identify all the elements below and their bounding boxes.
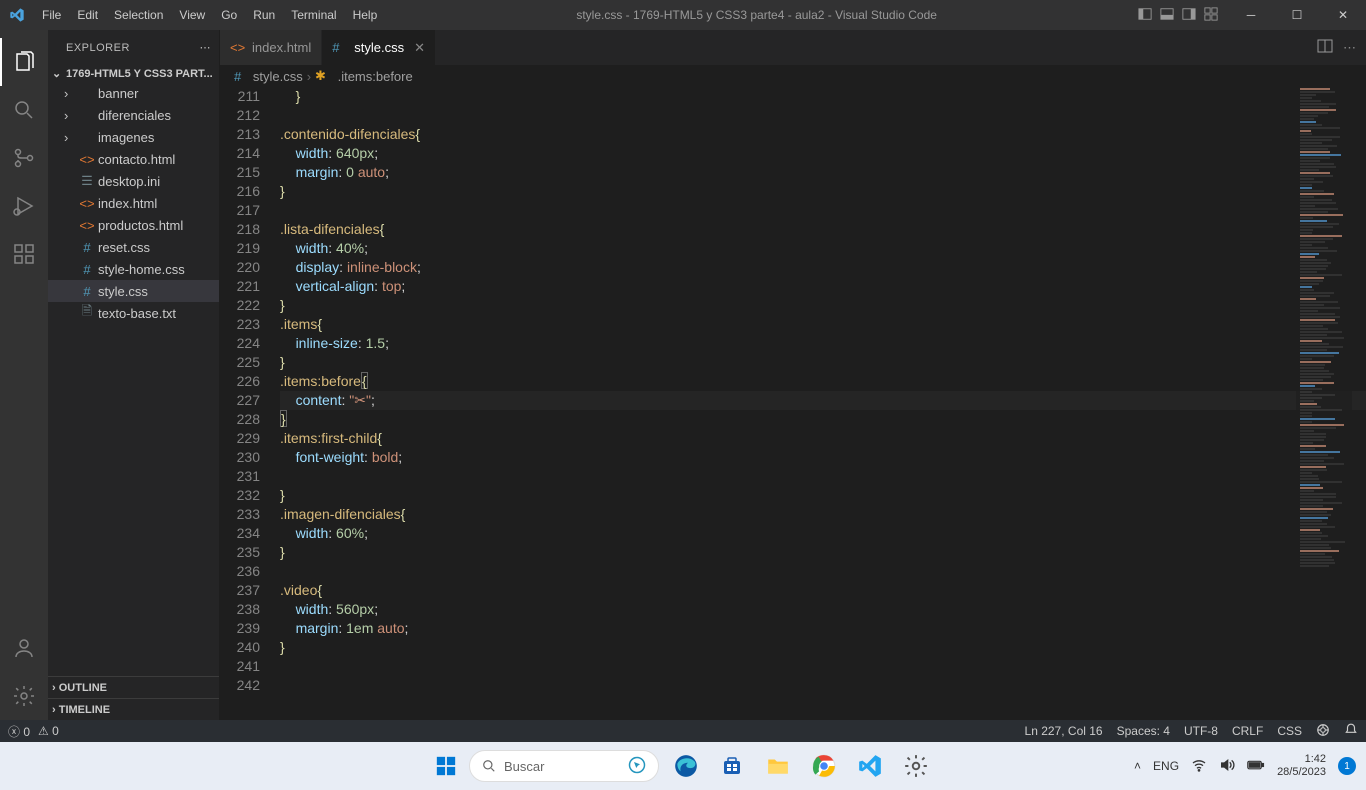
file-style-home-css[interactable]: #style-home.css: [48, 258, 219, 280]
source-control-icon[interactable]: [0, 134, 48, 182]
battery-icon[interactable]: [1247, 757, 1265, 776]
cursor-position[interactable]: Ln 227, Col 16: [1025, 724, 1103, 738]
settings-taskbar-icon[interactable]: [897, 747, 935, 785]
file-diferenciales[interactable]: ›diferenciales: [48, 104, 219, 126]
menu-go[interactable]: Go: [213, 8, 245, 22]
windows-taskbar: Buscar ˄ ENG 1:42 28/5/2023 1: [0, 742, 1366, 790]
file-desktop-ini[interactable]: ☰desktop.ini: [48, 170, 219, 192]
menu-terminal[interactable]: Terminal: [283, 8, 344, 22]
accounts-icon[interactable]: [0, 624, 48, 672]
eol-status[interactable]: CRLF: [1232, 724, 1263, 738]
panel-right-icon[interactable]: [1182, 7, 1196, 24]
menu-run[interactable]: Run: [245, 8, 283, 22]
file-tree: ›banner›diferenciales›imagenes<>contacto…: [48, 82, 219, 676]
menu-file[interactable]: File: [34, 8, 69, 22]
file-productos-html[interactable]: <>productos.html: [48, 214, 219, 236]
menu-help[interactable]: Help: [345, 8, 386, 22]
folder-name: 1769-HTML5 Y CSS3 PART...: [66, 68, 213, 80]
tab-index-html[interactable]: <>index.html: [220, 30, 322, 65]
panel-bottom-icon[interactable]: [1160, 7, 1174, 24]
window-title: style.css - 1769-HTML5 y CSS3 parte4 - a…: [385, 8, 1128, 22]
close-button[interactable]: ✕: [1320, 0, 1366, 30]
breadcrumbs[interactable]: # style.css › ✱ .items:before: [220, 65, 1366, 87]
close-icon[interactable]: ✕: [414, 40, 425, 56]
settings-gear-icon[interactable]: [0, 672, 48, 720]
file-index-html[interactable]: <>index.html: [48, 192, 219, 214]
file-reset-css[interactable]: #reset.css: [48, 236, 219, 258]
notification-badge[interactable]: 1: [1338, 757, 1356, 775]
split-editor-icon[interactable]: [1317, 38, 1333, 57]
chevron-down-icon: ⌄: [52, 67, 66, 80]
chrome-icon[interactable]: [805, 747, 843, 785]
store-icon[interactable]: [713, 747, 751, 785]
bing-chat-icon: [628, 756, 646, 774]
indent-status[interactable]: Spaces: 4: [1117, 724, 1170, 738]
sidebar-title: EXPLORER: [66, 42, 130, 54]
start-button[interactable]: [431, 751, 461, 781]
wifi-icon[interactable]: [1191, 757, 1207, 776]
titlebar: FileEditSelectionViewGoRunTerminalHelp s…: [0, 0, 1366, 30]
menu-edit[interactable]: Edit: [69, 8, 106, 22]
panel-left-icon[interactable]: [1138, 7, 1152, 24]
warnings-count[interactable]: ⚠ 0: [38, 724, 59, 738]
sidebar: EXPLORER ⋯ ⌄ 1769-HTML5 Y CSS3 PART... ›…: [48, 30, 220, 720]
file-style-css[interactable]: #style.css: [48, 280, 219, 302]
timeline-section[interactable]: › TIMELINE: [48, 698, 219, 720]
taskbar-search[interactable]: Buscar: [469, 750, 659, 782]
notifications-icon[interactable]: [1344, 723, 1358, 740]
tray-chevron-icon[interactable]: ˄: [1134, 759, 1141, 773]
tab-style-css[interactable]: #style.css✕: [322, 30, 436, 65]
statusbar: ⓧ 0 ⚠ 0 Ln 227, Col 16 Spaces: 4 UTF-8 C…: [0, 720, 1366, 742]
activity-bar: [0, 30, 48, 720]
folder-header[interactable]: ⌄ 1769-HTML5 Y CSS3 PART...: [48, 65, 219, 82]
file-texto-base-txt[interactable]: 🗎texto-base.txt: [48, 302, 219, 324]
errors-count[interactable]: ⓧ 0: [8, 723, 30, 740]
more-actions-icon[interactable]: ⋯: [1343, 40, 1356, 56]
vscode-taskbar-icon[interactable]: [851, 747, 889, 785]
minimap[interactable]: [1296, 87, 1352, 720]
editor-tabs: <>index.html#style.css✕ ⋯: [220, 30, 1366, 65]
edge-icon[interactable]: [667, 747, 705, 785]
volume-icon[interactable]: [1219, 757, 1235, 776]
code-editor[interactable]: 2112122132142152162172182192202212222232…: [220, 87, 1366, 720]
explorer-icon[interactable]: [0, 38, 48, 86]
layout-controls[interactable]: [1128, 7, 1228, 24]
outline-section[interactable]: › OUTLINE: [48, 676, 219, 698]
system-tray: ˄ ENG 1:42 28/5/2023 1: [1134, 753, 1356, 779]
encoding-status[interactable]: UTF-8: [1184, 724, 1218, 738]
vscode-logo-icon: [0, 7, 34, 23]
menu-selection[interactable]: Selection: [106, 8, 171, 22]
file-explorer-icon[interactable]: [759, 747, 797, 785]
feedback-icon[interactable]: [1316, 723, 1330, 740]
maximize-button[interactable]: ☐: [1274, 0, 1320, 30]
menu-view[interactable]: View: [171, 8, 213, 22]
search-icon[interactable]: [0, 86, 48, 134]
file-contacto-html[interactable]: <>contacto.html: [48, 148, 219, 170]
debug-icon[interactable]: [0, 182, 48, 230]
search-icon: [482, 759, 496, 773]
menu-bar: FileEditSelectionViewGoRunTerminalHelp: [34, 8, 385, 22]
extensions-icon[interactable]: [0, 230, 48, 278]
customize-layout-icon[interactable]: [1204, 7, 1218, 24]
minimize-button[interactable]: ─: [1228, 0, 1274, 30]
editor: <>index.html#style.css✕ ⋯ # style.css › …: [220, 30, 1366, 720]
file-imagenes[interactable]: ›imagenes: [48, 126, 219, 148]
file-banner[interactable]: ›banner: [48, 82, 219, 104]
tray-language[interactable]: ENG: [1153, 759, 1179, 773]
language-status[interactable]: CSS: [1277, 724, 1302, 738]
sidebar-more-icon[interactable]: ⋯: [200, 41, 212, 54]
taskbar-clock[interactable]: 1:42 28/5/2023: [1277, 753, 1326, 779]
